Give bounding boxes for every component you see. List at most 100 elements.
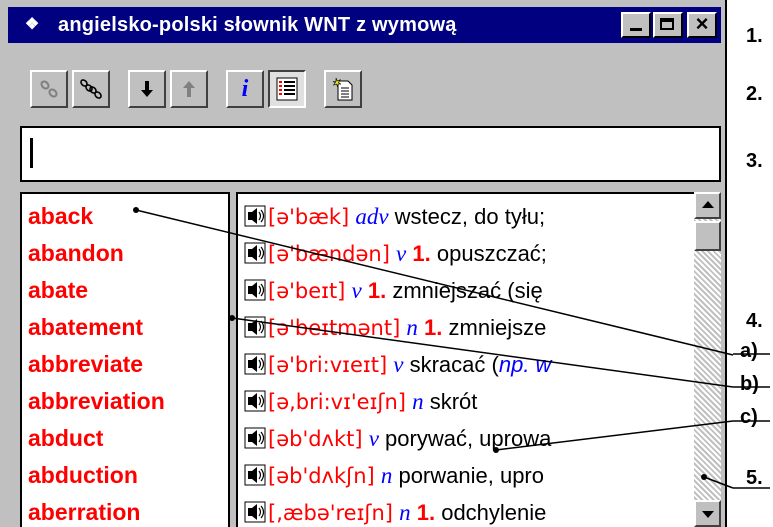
scroll-up-button[interactable] [694, 192, 721, 219]
annotation-2: 2. [746, 83, 763, 105]
translation: zmniejszać (się [392, 278, 543, 303]
speaker-icon[interactable] [244, 353, 266, 375]
part-of-speech: n [412, 389, 424, 414]
list-item[interactable]: [əb'dʌkʃn] n porwanie, upro [238, 457, 694, 494]
translation: porywać, uprowa [385, 426, 552, 451]
toolbar-group-notes [324, 70, 366, 108]
maximize-button[interactable] [653, 12, 683, 38]
annotation-3: 3. [746, 150, 763, 172]
pronunciation: [,æbə'reɪʃn] [268, 501, 393, 525]
part-of-speech: v [393, 352, 404, 377]
pronunciation: [ə'bændən] [268, 242, 390, 266]
unlink-icon [80, 79, 102, 99]
info-button[interactable]: i [226, 70, 264, 108]
toolbar-group-navigation [128, 70, 212, 108]
dictionary-window: ❖ angielsko-polski słownik WNT z wymową … [0, 0, 727, 527]
list-item[interactable]: [ə'beɪt] v 1. zmniejszać (się [238, 272, 694, 309]
speaker-icon[interactable] [244, 390, 266, 412]
list-item[interactable]: abatement [22, 309, 228, 346]
arrow-down-icon [141, 81, 153, 97]
unlink-button[interactable] [72, 70, 110, 108]
translation: wstecz, do tyłu; [394, 204, 546, 229]
headword-list[interactable]: aback abandon abate abatement abbreviate… [20, 192, 230, 527]
list-item[interactable]: abbreviate [22, 346, 228, 383]
sense-number: 1. [412, 241, 431, 266]
list-item[interactable]: [,æbə'reɪʃn] n 1. odchylenie [238, 494, 694, 527]
window-title: angielsko-polski słownik WNT z wymową [58, 13, 457, 36]
link-icon [40, 80, 58, 98]
translation: porwanie, upro [398, 463, 544, 488]
list-icon [276, 77, 298, 101]
part-of-speech: n [399, 500, 411, 525]
annotation-5: 5. [746, 467, 763, 489]
minimize-button[interactable] [621, 12, 651, 38]
sense-number: 1. [424, 315, 443, 340]
app-menu-icon[interactable]: ❖ [18, 16, 46, 34]
translation: opuszczać; [436, 241, 547, 266]
annotation-4: 4. [746, 310, 763, 332]
pronunciation: [ə'bæk] [268, 205, 350, 229]
translation: zmniejsze [448, 315, 547, 340]
pronunciation: [ə'beɪt] [268, 279, 346, 303]
entry-scrollbar[interactable] [694, 192, 721, 527]
sense-number: 1. [367, 278, 387, 303]
list-item[interactable]: aberration [22, 494, 228, 527]
list-item[interactable]: abbreviation [22, 383, 228, 420]
part-of-speech: v [368, 426, 379, 451]
list-item[interactable]: [ə'bri:vɪeɪt] v skracać (np. w [238, 346, 694, 383]
annotation-c: c) [740, 406, 758, 428]
speaker-icon[interactable] [244, 205, 266, 227]
pronunciation: [əb'dʌkt] [268, 427, 363, 451]
part-of-speech: n [380, 463, 393, 488]
toolbar: i [30, 70, 380, 108]
part-of-speech: v [396, 241, 407, 266]
text-caret [30, 138, 33, 168]
speaker-icon[interactable] [244, 242, 266, 264]
list-item[interactable]: abandon [22, 235, 228, 272]
title-bar[interactable]: ❖ angielsko-polski słownik WNT z wymową … [8, 7, 721, 43]
speaker-icon[interactable] [244, 316, 266, 338]
list-item[interactable]: [əb'dʌkt] v porywać, uprowa [238, 420, 694, 457]
next-button[interactable] [128, 70, 166, 108]
part-of-speech: n [406, 315, 418, 340]
list-item[interactable]: [ə'beɪtmənt] n 1. zmniejsze [238, 309, 694, 346]
arrow-up-icon [183, 81, 195, 97]
pronunciation: [ə,bri:vɪ'eɪʃn] [268, 390, 406, 414]
close-button[interactable]: × [687, 12, 717, 38]
new-note-icon [332, 77, 353, 101]
speaker-icon[interactable] [244, 427, 266, 449]
new-note-button[interactable] [324, 70, 362, 108]
previous-button[interactable] [170, 70, 208, 108]
search-field[interactable] [20, 126, 721, 182]
speaker-icon[interactable] [244, 279, 266, 301]
pronunciation: [ə'bri:vɪeɪt] [268, 353, 388, 377]
pronunciation: [ə'beɪtmənt] [268, 316, 401, 340]
list-item[interactable]: abate [22, 272, 228, 309]
part-of-speech: adv [355, 204, 389, 229]
scroll-down-button[interactable] [694, 500, 721, 527]
annotation-b: b) [740, 373, 759, 395]
speaker-icon[interactable] [244, 501, 266, 523]
annotation-a: a) [740, 340, 758, 362]
part-of-speech: v [351, 278, 362, 303]
translation: skracać ( [409, 352, 499, 377]
list-item[interactable]: [ə'bændən] v 1. opuszczać; [238, 235, 694, 272]
link-button[interactable] [30, 70, 68, 108]
sense-number: 1. [416, 500, 436, 525]
info-icon: i [241, 75, 249, 102]
scroll-thumb[interactable] [694, 221, 721, 251]
toolbar-group-view: i [226, 70, 310, 108]
pronunciation: [əb'dʌkʃn] [268, 464, 375, 488]
translation-note: np. w [498, 352, 552, 377]
entry-list[interactable]: [ə'bæk] adv wstecz, do tyłu; [ə'bændən] v… [236, 192, 694, 527]
list-item[interactable]: abduct [22, 420, 228, 457]
search-input[interactable] [36, 136, 710, 172]
toolbar-group-links [30, 70, 114, 108]
speaker-icon[interactable] [244, 464, 266, 486]
list-item[interactable]: aback [22, 198, 228, 235]
list-view-button[interactable] [268, 70, 306, 108]
list-item[interactable]: [ə'bæk] adv wstecz, do tyłu; [238, 198, 694, 235]
list-item[interactable]: [ə,bri:vɪ'eɪʃn] n skrót [238, 383, 694, 420]
list-item[interactable]: abduction [22, 457, 228, 494]
translation: skrót [429, 389, 478, 414]
